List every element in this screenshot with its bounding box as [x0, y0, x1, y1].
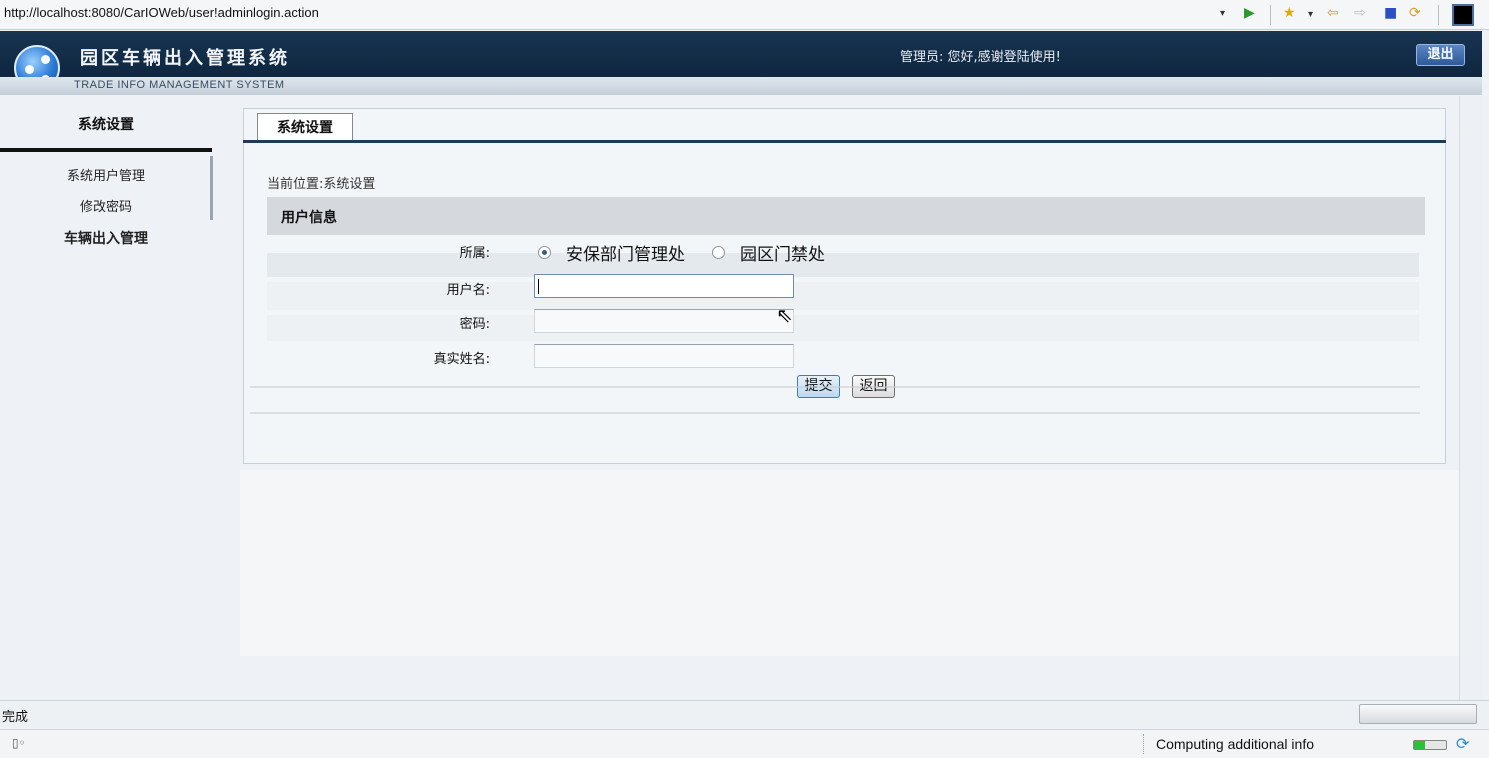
radio-gate-control-label[interactable]: 园区门禁处	[740, 240, 825, 265]
password-label: 密码:	[459, 317, 490, 332]
sidebar-divider	[0, 148, 212, 152]
welcome-message: 管理员: 您好,感谢登陆使用!	[900, 50, 1061, 65]
ghost-line	[250, 386, 1420, 388]
browser-status-bar: 完成	[0, 700, 1489, 728]
password-field[interactable]	[534, 309, 794, 333]
tab-system-settings[interactable]: 系统设置	[257, 113, 353, 143]
mouse-cursor-icon: ⇖	[776, 303, 793, 327]
section-header: 用户信息	[267, 197, 1425, 235]
app-subtitle: TRADE INFO MANAGEMENT SYSTEM	[74, 79, 285, 91]
sidebar-item-vehicle-management[interactable]: 车辆出入管理	[0, 228, 212, 248]
breadcrumb: 当前位置:系统设置	[267, 177, 376, 192]
page-info-icon[interactable]: ▯◦	[12, 736, 26, 750]
realname-field[interactable]	[534, 344, 794, 368]
favorites-icon[interactable]: ★	[1283, 5, 1296, 21]
sync-icon[interactable]: ⟳	[1456, 734, 1469, 753]
username-field[interactable]	[534, 274, 794, 298]
text-caret	[538, 279, 539, 294]
section-title: 用户信息	[281, 210, 337, 226]
stop-icon[interactable]: ■	[1384, 5, 1397, 21]
status-separator	[1143, 734, 1144, 754]
sidebar: 系统设置 系统用户管理 修改密码 车辆出入管理	[0, 96, 216, 696]
addon-status-bar: ▯◦ Computing additional info ⟳	[0, 729, 1489, 758]
toolbar-separator	[1270, 5, 1271, 25]
favorites-dropdown-icon[interactable]: ▾	[1308, 9, 1313, 20]
url-field[interactable]: http://localhost:8080/CarIOWeb/user!admi…	[4, 5, 319, 20]
progress-bar	[1359, 704, 1477, 724]
username-label: 用户名:	[446, 283, 490, 298]
app-title: 园区车辆出入管理系统	[80, 48, 290, 69]
forward-icon[interactable]: ⇨	[1354, 5, 1366, 21]
battery-icon	[1413, 740, 1447, 750]
url-dropdown-icon[interactable]: ▾	[1220, 8, 1225, 19]
logout-button[interactable]: 退出	[1416, 44, 1465, 66]
toolbar-separator	[1438, 5, 1439, 25]
affiliation-label: 所属:	[459, 246, 490, 261]
browser-address-bar: http://localhost:8080/CarIOWeb/user!admi…	[0, 0, 1489, 30]
refresh-icon[interactable]: ⟳	[1409, 5, 1421, 21]
status-info-text: Computing additional info	[1156, 736, 1314, 752]
radio-security-dept[interactable]	[538, 246, 551, 259]
logo-node	[41, 55, 50, 64]
logo-node	[25, 65, 34, 74]
go-icon[interactable]: ▶	[1244, 5, 1255, 21]
status-text: 完成	[2, 710, 29, 725]
page-scrollbar[interactable]	[1459, 96, 1482, 700]
tab-divider	[243, 140, 1446, 143]
realname-label: 真实姓名:	[433, 352, 490, 367]
radio-gate-control[interactable]	[712, 246, 725, 259]
lower-content-area	[240, 470, 1459, 656]
ghost-line	[250, 412, 1420, 414]
sidebar-title: 系统设置	[78, 117, 134, 133]
sidebar-item-user-management[interactable]: 系统用户管理	[0, 165, 212, 184]
app-header: 园区车辆出入管理系统 管理员: 您好,感谢登陆使用! 退出 TRADE INFO…	[0, 31, 1482, 95]
sidebar-item-change-password[interactable]: 修改密码	[0, 196, 212, 215]
back-icon[interactable]: ⇦	[1327, 5, 1339, 21]
radio-security-dept-label[interactable]: 安保部门管理处	[566, 240, 685, 265]
console-icon[interactable]	[1452, 4, 1474, 26]
